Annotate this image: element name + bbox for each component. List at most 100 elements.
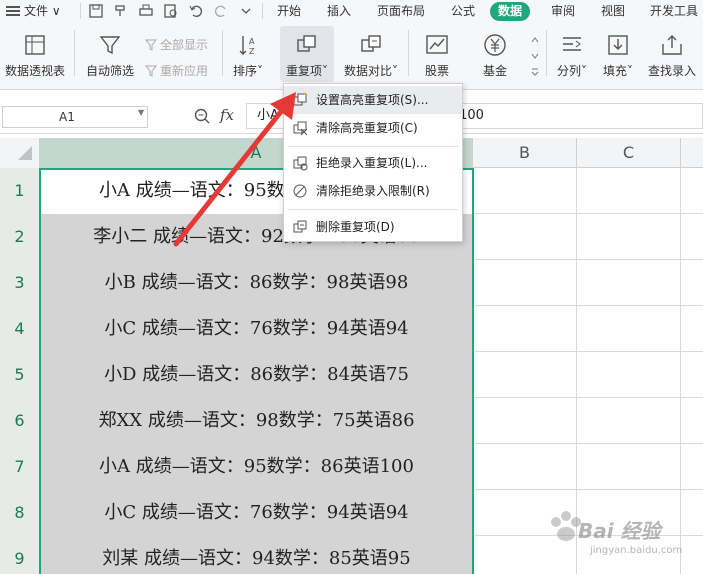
scroll-down-icon[interactable]	[530, 50, 540, 62]
reapply-label: 重新应用	[160, 64, 209, 78]
stock-label: 股票	[424, 64, 449, 78]
fx-icon[interactable]: fx	[220, 106, 234, 124]
split-column-button[interactable]: 分列˅	[552, 22, 592, 82]
data-compare-button[interactable]: 数据对比˅	[340, 22, 402, 82]
cell[interactable]	[473, 306, 577, 352]
row-header[interactable]: 6	[0, 398, 40, 444]
cell[interactable]	[473, 168, 577, 214]
cell[interactable]	[473, 352, 577, 398]
duplicates-label: 重复项˅	[285, 64, 328, 78]
scroll-up-icon[interactable]	[530, 34, 540, 46]
expand-icon[interactable]	[530, 66, 540, 78]
format-painter-icon[interactable]	[113, 3, 129, 19]
stock-button[interactable]: 股票	[414, 22, 460, 82]
print-icon[interactable]	[138, 3, 154, 19]
table-row: 3 小B 成绩—语文：86数学：98英语98	[0, 260, 703, 306]
menu-item-delete-duplicates[interactable]: 删除重复项(D)	[284, 213, 462, 241]
lookup-entry-button[interactable]: 查找录入	[644, 22, 700, 82]
reapply-button[interactable]: 重新应用	[144, 62, 208, 79]
table-row: 7 小A 成绩—语文：95数学：86英语100	[0, 444, 703, 490]
divider	[408, 30, 409, 76]
cell[interactable]	[577, 352, 681, 398]
redo-icon[interactable]	[213, 3, 229, 19]
menu-icon[interactable]	[6, 4, 20, 18]
cell[interactable]	[577, 260, 681, 306]
fund-button[interactable]: 基金	[470, 22, 520, 82]
cell[interactable]	[473, 444, 577, 490]
row-header[interactable]: 4	[0, 306, 40, 352]
cell[interactable]	[473, 260, 577, 306]
menu-item-clear-highlight-duplicates[interactable]: 清除高亮重复项(C)	[284, 114, 462, 142]
cell[interactable]: 郑XX 成绩—语文：98数学：75英语86	[40, 398, 473, 444]
svg-text:A: A	[249, 37, 255, 46]
row-header[interactable]: 7	[0, 444, 40, 490]
row-header[interactable]: 3	[0, 260, 40, 306]
chevron-down-icon[interactable]	[238, 3, 254, 19]
divider	[262, 3, 263, 19]
tab-view[interactable]: 视图	[596, 2, 630, 21]
fill-label: 填充˅	[602, 64, 633, 78]
save-icon[interactable]	[88, 3, 104, 19]
menu-item-label: 删除重复项(D)	[316, 220, 395, 234]
select-all-corner[interactable]	[0, 138, 40, 168]
cell[interactable]: 小C 成绩—语文：76数学：94英语94	[40, 306, 473, 352]
name-box[interactable]: A1	[2, 106, 148, 128]
tab-data[interactable]: 数据	[490, 2, 531, 21]
split-label: 分列˅	[556, 64, 587, 78]
cell[interactable]: 小A 成绩—语文：95数学：86英语100	[40, 444, 473, 490]
data-compare-label: 数据对比˅	[343, 64, 398, 78]
tab-insert[interactable]: 插入	[322, 2, 356, 21]
row-header[interactable]: 2	[0, 214, 40, 260]
cell[interactable]	[577, 444, 681, 490]
divider	[546, 30, 547, 76]
undo-icon[interactable]	[188, 3, 204, 19]
menu-bar: 文件 ∨ 开始 插入 页面布局 公式 数据 审阅 视图 开发工具	[0, 0, 703, 22]
cell[interactable]	[473, 398, 577, 444]
sort-button[interactable]: AZ 排序˅	[226, 22, 270, 82]
row-header[interactable]: 5	[0, 352, 40, 398]
autofilter-label: 自动筛选	[85, 64, 134, 78]
cell[interactable]	[473, 214, 577, 260]
show-all-button[interactable]: 全部显示	[144, 36, 208, 53]
tab-home[interactable]: 开始	[272, 2, 306, 21]
row-header[interactable]: 8	[0, 490, 40, 536]
menu-item-clear-reject-restriction[interactable]: 清除拒绝录入限制(R)	[284, 177, 462, 205]
menu-item-set-highlight-duplicates[interactable]: 设置高亮重复项(S)...	[284, 86, 462, 114]
duplicates-icon	[297, 35, 316, 52]
print-preview-icon[interactable]	[163, 3, 179, 19]
clear-restriction-icon	[293, 184, 307, 198]
cell[interactable]: 小C 成绩—语文：76数学：94英语94	[40, 490, 473, 536]
row-header[interactable]: 9	[0, 536, 40, 574]
divider	[80, 3, 81, 19]
divider	[222, 30, 223, 76]
menu-item-reject-duplicate-entry[interactable]: 拒绝录入重复项(L)...	[284, 149, 462, 177]
cell[interactable]: 小B 成绩—语文：86数学：98英语98	[40, 260, 473, 306]
file-menu[interactable]: 文件 ∨	[24, 2, 61, 20]
tab-page-layout[interactable]: 页面布局	[372, 2, 430, 21]
corner-triangle-icon	[18, 146, 32, 160]
autofilter-button[interactable]: 自动筛选	[82, 22, 138, 82]
tab-developer[interactable]: 开发工具	[646, 2, 702, 21]
zoom-icon[interactable]	[193, 107, 211, 125]
filter-icon	[144, 39, 158, 51]
fill-button[interactable]: 填充˅	[598, 22, 638, 82]
cell[interactable]	[577, 214, 681, 260]
cell[interactable]	[577, 168, 681, 214]
pivot-table-button[interactable]: 数据透视表	[2, 22, 68, 82]
tab-formula[interactable]: 公式	[446, 2, 480, 21]
menu-item-label: 清除高亮重复项(C)	[316, 121, 418, 135]
column-header-c[interactable]: C	[577, 138, 681, 168]
sort-icon: AZ	[239, 36, 255, 56]
row-header[interactable]: 1	[0, 168, 40, 214]
cell[interactable]: 小D 成绩—语文：86数学：84英语75	[40, 352, 473, 398]
tab-review[interactable]: 审阅	[546, 2, 580, 21]
cell[interactable]: 刘某 成绩—语文：94数学：85英语95	[40, 536, 473, 574]
chevron-down-icon[interactable]: ▼	[138, 108, 144, 117]
menu-item-label: 清除拒绝录入限制(R)	[316, 184, 430, 198]
cell[interactable]	[577, 306, 681, 352]
watermark-brand: Bai 经验	[578, 519, 661, 543]
column-header-b[interactable]: B	[473, 138, 577, 168]
duplicates-button[interactable]: 重复项˅	[280, 26, 334, 82]
cell[interactable]	[577, 398, 681, 444]
table-row: 6 郑XX 成绩—语文：98数学：75英语86	[0, 398, 703, 444]
